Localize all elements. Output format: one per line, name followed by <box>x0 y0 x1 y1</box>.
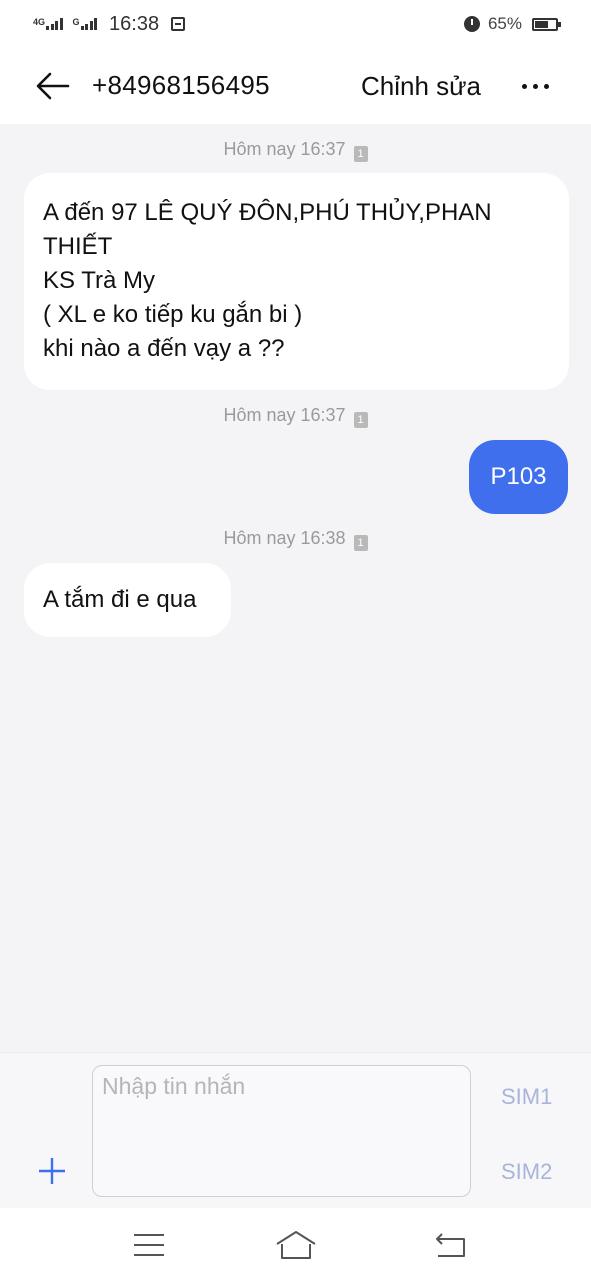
message-timestamp: Hôm nay 16:38 1 <box>0 528 591 551</box>
send-sim2-button[interactable]: SIM2 <box>501 1159 552 1185</box>
contact-number: +84968156495 <box>92 70 270 100</box>
edit-button[interactable]: Chỉnh sửa <box>361 71 481 102</box>
conversation-header: +84968156495 Chỉnh sửa <box>0 48 591 124</box>
sim-icon: 1 <box>353 535 368 551</box>
back-icon[interactable] <box>434 1230 468 1260</box>
notification-icon <box>171 17 186 31</box>
message-timestamp: Hôm nay 16:37 1 <box>0 139 591 162</box>
message-composer: Nhập tin nhắn SIM1 SIM2 <box>0 1052 591 1208</box>
message-bubble-incoming[interactable]: A tắm đi e qua <box>24 563 231 637</box>
message-bubble-incoming[interactable]: A đến 97 LÊ QUÝ ĐÔN,PHÚ THỦY,PHAN THIẾT … <box>24 173 569 390</box>
alarm-icon <box>463 16 480 32</box>
back-arrow-icon[interactable] <box>36 72 70 100</box>
message-bubble-outgoing[interactable]: P103 <box>469 440 568 514</box>
send-sim1-button[interactable]: SIM1 <box>501 1084 552 1110</box>
message-text: A tắm đi e qua <box>43 586 197 613</box>
message-timestamp: Hôm nay 16:37 1 <box>0 405 591 428</box>
message-text: khi nào a đến vạy a ?? <box>43 335 285 362</box>
battery-icon <box>532 17 561 31</box>
message-input[interactable]: Nhập tin nhắn <box>92 1065 471 1197</box>
sim-icon: 1 <box>353 146 368 162</box>
message-text: THIẾT <box>43 233 113 260</box>
signal-2-icon: G <box>73 18 98 30</box>
navigation-bar <box>0 1208 591 1280</box>
signal-1-icon: 4G <box>33 18 63 30</box>
menu-icon[interactable] <box>134 1234 164 1256</box>
message-text: A đến 97 LÊ QUÝ ĐÔN,PHÚ THỦY,PHAN <box>43 199 492 226</box>
network-type-2: G <box>72 17 80 27</box>
plus-icon[interactable] <box>38 1157 66 1185</box>
battery-percent: 65% <box>487 14 522 33</box>
message-text: P103 <box>490 463 547 490</box>
status-time: 16:38 <box>109 12 160 35</box>
message-input-placeholder: Nhập tin nhắn <box>102 1073 246 1099</box>
network-type-1: 4G <box>33 17 46 27</box>
home-icon[interactable] <box>275 1228 317 1262</box>
sim-icon: 1 <box>353 412 368 428</box>
status-bar: 4G G 16:38 65% <box>0 0 591 48</box>
more-icon[interactable] <box>522 84 549 89</box>
message-text: ( XL e ko tiếp ku gắn bi ) <box>43 301 303 328</box>
message-text: KS Trà My <box>43 267 156 294</box>
